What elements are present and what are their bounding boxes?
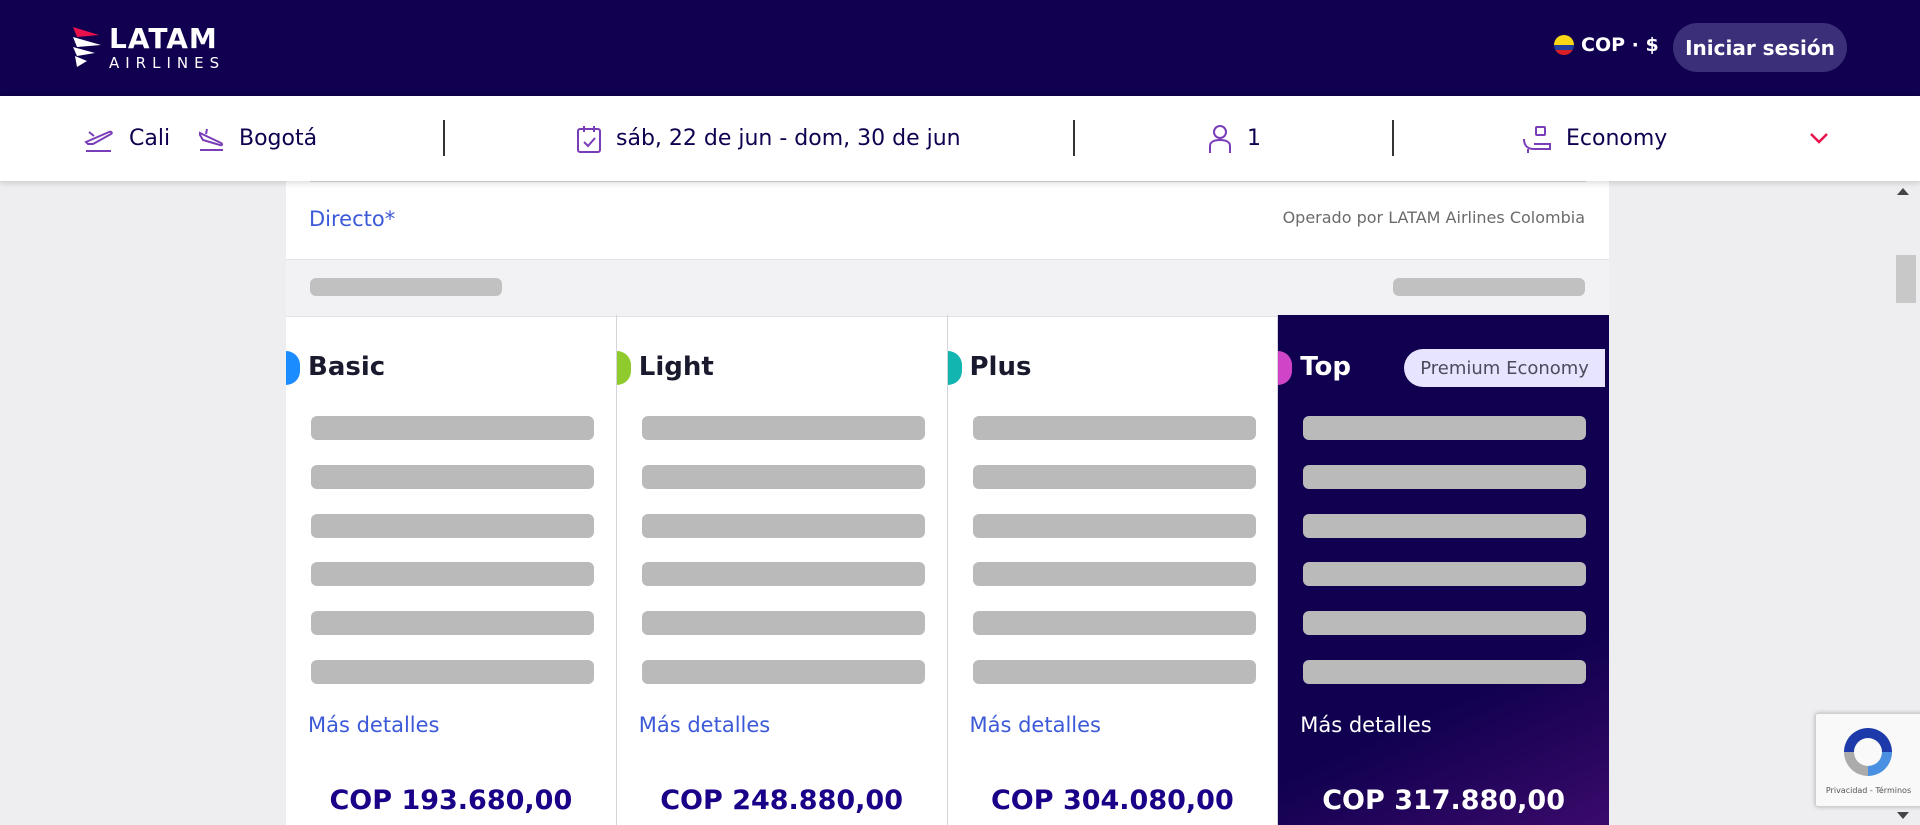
skeleton-line — [641, 611, 925, 635]
skeleton-line — [1303, 660, 1587, 684]
skeleton-line — [972, 660, 1256, 684]
divider — [443, 120, 445, 156]
skeleton-line — [311, 514, 594, 538]
login-button[interactable]: Iniciar sesión — [1673, 23, 1847, 72]
search-summary-bar: Cali Bogotá sáb, 22 de jun - dom, 30 de … — [0, 96, 1920, 181]
skeleton-line — [972, 611, 1256, 635]
origin-city: Cali — [129, 126, 171, 151]
loading-bar — [286, 259, 1609, 317]
fare-name: Top — [1300, 352, 1352, 382]
scrollbar-thumb[interactable] — [1896, 255, 1916, 303]
plane-takeoff-icon — [84, 130, 113, 152]
scroll-up-arrow[interactable] — [1897, 188, 1909, 195]
flight-card: Directo* Operado por LATAM Airlines Colo… — [286, 181, 1609, 825]
fare-price: COP 248.880,00 — [660, 785, 903, 816]
fare-price: COP 317.880,00 — [1322, 785, 1565, 816]
skeleton-placeholder — [310, 278, 502, 296]
fare-card-light[interactable]: Light Más detalles COP 248.880,00 — [616, 315, 948, 825]
divider — [1392, 120, 1394, 156]
divider — [310, 181, 1586, 182]
skeleton-line — [311, 416, 594, 440]
seat-icon — [1523, 125, 1551, 153]
fare-card-plus[interactable]: Plus Más detalles COP 304.080,00 — [947, 315, 1279, 825]
passengers-field[interactable]: 1 — [1207, 96, 1261, 181]
logo-subtitle: AIRLINES — [109, 54, 226, 72]
destination-city: Bogotá — [239, 126, 318, 151]
fare-color-tab — [947, 351, 962, 385]
logo-wordmark: LATAM — [109, 22, 218, 55]
skeleton-placeholder — [1393, 278, 1585, 296]
cabin-label: Economy — [1566, 126, 1668, 151]
chevron-down-icon[interactable] — [1808, 122, 1830, 154]
origin-field[interactable]: Cali — [83, 96, 170, 181]
skeleton-line — [972, 416, 1256, 440]
destination-field[interactable]: Bogotá — [197, 96, 317, 181]
fare-card-top[interactable]: Top Premium Economy Más detalles COP 317… — [1278, 315, 1609, 825]
skeleton-line — [1303, 514, 1587, 538]
skeleton-line — [311, 611, 594, 635]
fare-color-tab — [616, 351, 631, 385]
more-details-link[interactable]: Más detalles — [1300, 713, 1432, 737]
passengers-count: 1 — [1247, 126, 1261, 151]
calendar-icon — [577, 125, 601, 153]
divider — [1073, 120, 1075, 156]
person-icon — [1209, 124, 1231, 153]
fare-color-tab — [286, 351, 300, 385]
skeleton-line — [972, 465, 1256, 489]
fare-name: Plus — [969, 352, 1032, 382]
skeleton-line — [1303, 611, 1587, 635]
more-details-link[interactable]: Más detalles — [308, 713, 440, 737]
fare-name: Light — [638, 352, 714, 382]
skeleton-line — [641, 416, 925, 440]
currency-selector[interactable]: COP · $ — [1554, 34, 1659, 56]
skeleton-line — [972, 514, 1256, 538]
fare-price: COP 304.080,00 — [990, 785, 1234, 816]
scroll-down-arrow[interactable] — [1897, 812, 1909, 819]
skeleton-line — [641, 465, 925, 489]
skeleton-line — [641, 514, 925, 538]
plane-landing-icon — [199, 128, 224, 151]
skeleton-line — [1303, 562, 1587, 586]
skeleton-line — [1303, 416, 1587, 440]
fare-color-tab — [1278, 351, 1293, 385]
premium-economy-badge: Premium Economy — [1404, 349, 1605, 387]
latam-logo[interactable]: LATAM AIRLINES — [71, 22, 225, 74]
recaptcha-icon — [1844, 728, 1892, 776]
dates-label: sáb, 22 de jun - dom, 30 de jun — [616, 126, 961, 151]
skeleton-line — [641, 562, 925, 586]
more-details-link[interactable]: Más detalles — [639, 713, 771, 737]
fare-options: Basic Más detalles COP 193.680,00 Light … — [286, 315, 1609, 825]
fare-name: Basic — [308, 352, 386, 382]
top-header: LATAM AIRLINES COP · $ Iniciar sesión — [0, 0, 1920, 96]
dates-field[interactable]: sáb, 22 de jun - dom, 30 de jun — [576, 96, 961, 181]
latam-logo-icon — [73, 27, 101, 67]
skeleton-line — [311, 660, 594, 684]
fare-card-basic[interactable]: Basic Más detalles COP 193.680,00 — [286, 315, 617, 825]
cabin-field[interactable]: Economy — [1522, 96, 1667, 181]
skeleton-line — [972, 562, 1256, 586]
fare-price: COP 193.680,00 — [329, 785, 573, 816]
skeleton-line — [311, 562, 594, 586]
colombia-flag-icon — [1554, 35, 1574, 55]
skeleton-line — [311, 465, 594, 489]
skeleton-line — [1303, 465, 1587, 489]
recaptcha-terms[interactable]: Privacidad - Términos — [1816, 786, 1920, 795]
flight-type-link[interactable]: Directo* — [309, 207, 395, 231]
currency-label: COP · $ — [1581, 34, 1659, 56]
operated-by-label: Operado por LATAM Airlines Colombia — [1282, 208, 1585, 227]
recaptcha-badge[interactable]: Privacidad - Términos — [1815, 713, 1920, 807]
more-details-link[interactable]: Más detalles — [970, 713, 1102, 737]
skeleton-line — [641, 660, 925, 684]
